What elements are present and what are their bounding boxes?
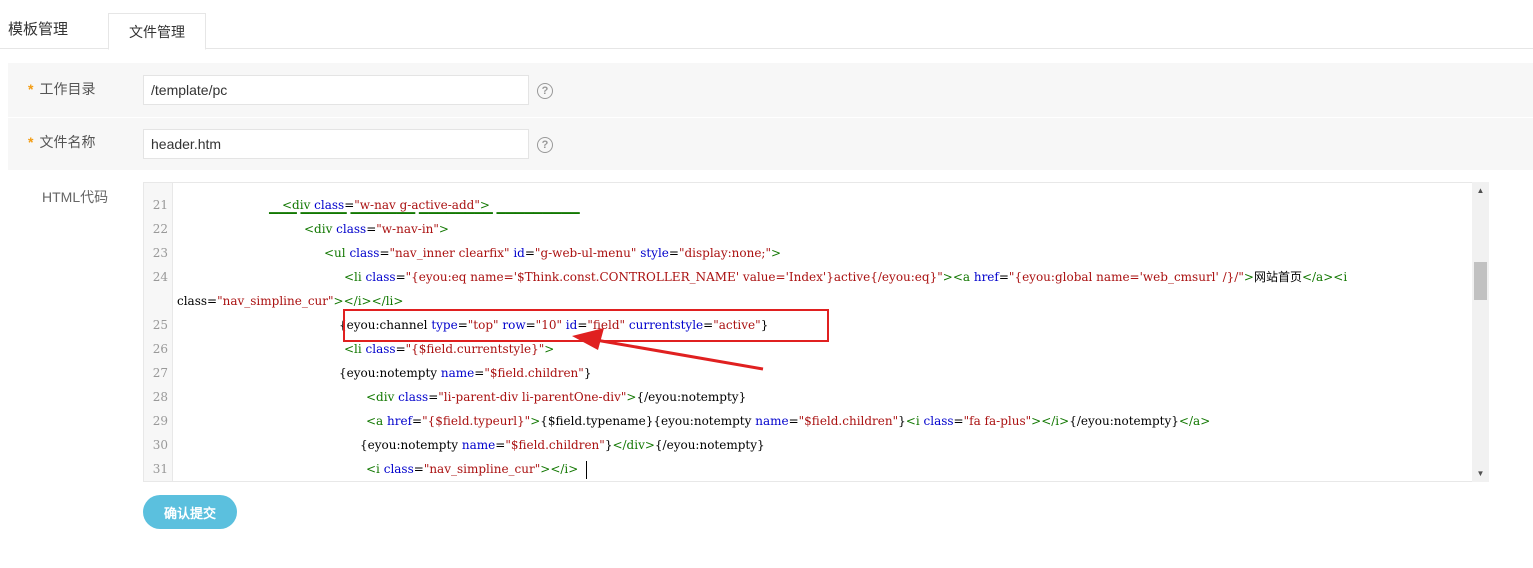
code-text: {eyou:notempty name="$field.children"} [339, 366, 592, 380]
scroll-down-icon[interactable]: ▼ [1472, 465, 1489, 482]
code-text: <i class="nav_simpline_cur"></i> [366, 457, 588, 481]
help-icon[interactable]: ? [537, 137, 553, 153]
work-dir-row: *工作目录 ? [8, 63, 1533, 117]
text-cursor [586, 460, 588, 479]
work-dir-label: * 工作目录 [28, 81, 96, 97]
help-icon[interactable]: ? [537, 83, 553, 99]
code-line: 31 <i class="nav_simpline_cur"></i> [144, 457, 1473, 481]
line-number: 28 [152, 390, 168, 404]
line-number: 21 [152, 198, 168, 212]
required-mark: * [28, 134, 34, 150]
line-number: 27 [152, 366, 168, 380]
tab-file-management[interactable]: 文件管理 [108, 13, 206, 50]
code-line: 23 <ul class="nav_inner clearfix" id="g-w… [144, 241, 1473, 265]
annotation-arrow-icon [572, 328, 764, 371]
editor-scrollbar[interactable]: ▲ ▼ [1472, 182, 1489, 482]
line-number: 24 [152, 270, 168, 284]
code-text: <div class="li-parent-div li-parentOne-d… [366, 390, 747, 404]
line-number: 25 [152, 318, 168, 332]
line-number: 22 [152, 222, 168, 236]
line-number: 23 [152, 246, 168, 260]
code-text: <div class="w-nav-in"> [304, 222, 449, 236]
tab-template-management[interactable]: 模板管理 [8, 18, 68, 39]
html-code-label: HTML代码 [42, 189, 109, 205]
line-number: 31 [152, 462, 168, 476]
code-line: 24 <li class="{eyou:eq name='$Think.const… [144, 265, 1473, 289]
code-text: <div class="w-nav g-active-add"> [282, 198, 490, 212]
code-line: 22 <div class="w-nav-in"> [144, 217, 1473, 241]
code-line: 28 <div class="li-parent-div li-parentOne… [144, 385, 1473, 409]
code-line: 21 <div class="w-nav g-active-add"> [144, 193, 1473, 217]
work-dir-input[interactable] [143, 75, 529, 105]
file-name-label: * 文件名称 [28, 134, 96, 150]
line-number: 26 [152, 342, 168, 356]
tab-bar: 模板管理 文件管理 [0, 0, 1533, 50]
code-line: 29 <a href="{$field.typeurl}">{$field.typ… [144, 409, 1473, 433]
line-number: 30 [152, 438, 168, 452]
scroll-up-icon[interactable]: ▲ [1472, 182, 1489, 199]
code-line: 27 {eyou:notempty name="$field.children"} [144, 361, 1473, 385]
line-number: 29 [152, 414, 168, 428]
code-text: <a href="{$field.typeurl}">{$field.typen… [366, 414, 1211, 428]
code-text: {eyou:notempty name="$field.children"}</… [360, 438, 765, 452]
code-line: 30 {eyou:notempty name="$field.children"}… [144, 433, 1473, 457]
code-text: <ul class="nav_inner clearfix" id="g-web… [324, 246, 782, 260]
file-name-row: *文件名称 ? [8, 118, 1533, 170]
submit-button[interactable]: 确认提交 [143, 495, 237, 529]
required-mark: * [28, 81, 34, 97]
code-text: <li class="{eyou:eq name='$Think.const.C… [344, 270, 1348, 284]
file-name-input[interactable] [143, 129, 529, 159]
scroll-thumb[interactable] [1474, 262, 1487, 300]
